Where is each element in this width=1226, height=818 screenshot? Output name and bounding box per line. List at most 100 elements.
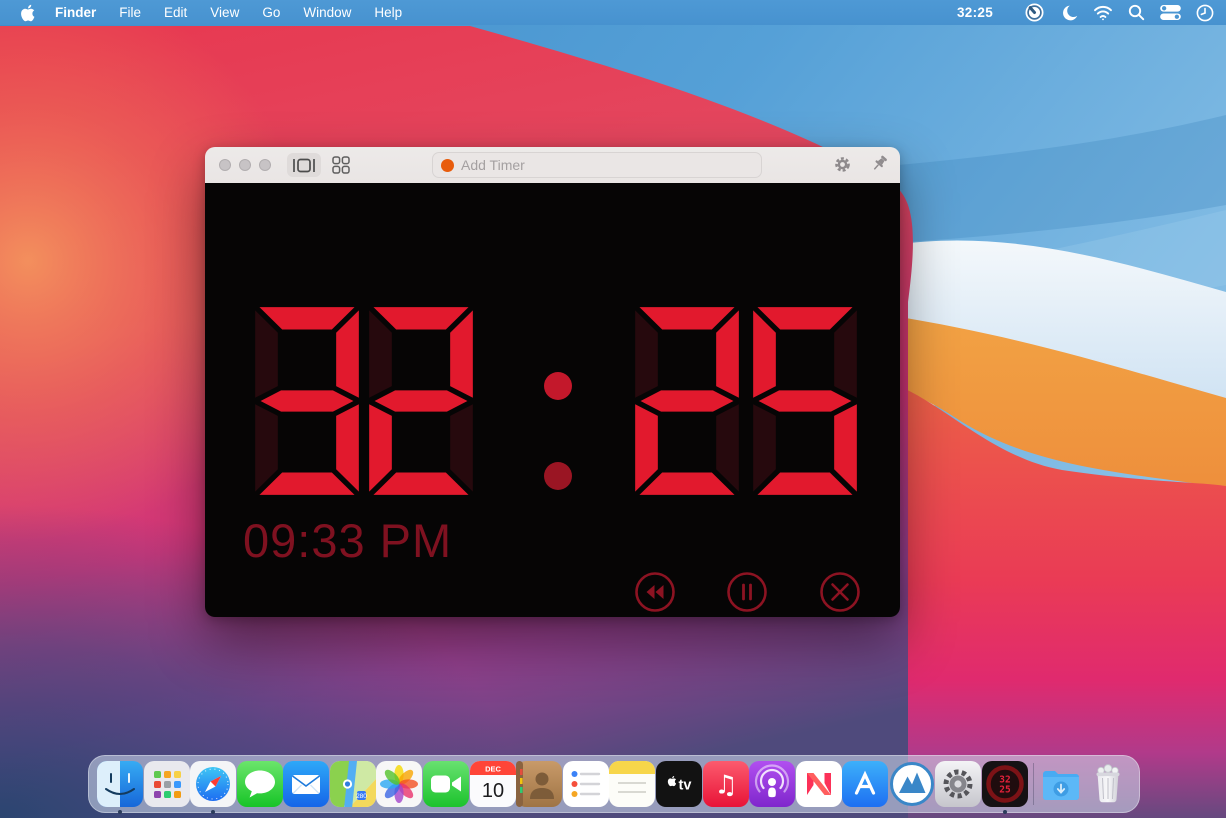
maps-icon: 280 [329, 761, 376, 807]
dock-item-messages[interactable] [236, 761, 283, 807]
minimize-window-button[interactable] [239, 159, 251, 171]
timer-color-dot[interactable] [441, 158, 454, 172]
segment-digit-5 [751, 305, 859, 497]
single-view-button[interactable] [287, 153, 321, 177]
dock-item-reminders[interactable] [562, 761, 609, 807]
dock-item-timer[interactable]: 32 25 [981, 761, 1028, 814]
pause-icon [727, 572, 767, 612]
restart-icon [635, 572, 675, 612]
dock-item-app-store[interactable] [842, 761, 889, 807]
add-timer-field[interactable]: Add Timer [432, 152, 762, 178]
system-preferences-icon [935, 761, 982, 807]
dock-item-trash[interactable] [1085, 761, 1131, 807]
reminders-icon [562, 761, 609, 807]
timer-display: 09:33 PM [205, 183, 900, 617]
svg-text:25: 25 [999, 785, 1011, 796]
svg-text:♫: ♫ [714, 771, 737, 801]
app-menu-title[interactable]: Finder [55, 5, 96, 20]
apple-tv-icon: tv [655, 761, 702, 807]
grid-view-button[interactable] [332, 156, 350, 174]
dock-item-amphetamine[interactable] [889, 761, 935, 807]
window-titlebar[interactable]: Add Timer [205, 147, 900, 184]
segment-digit-2 [633, 305, 741, 497]
svg-text:10: 10 [482, 780, 504, 802]
add-timer-placeholder: Add Timer [461, 157, 525, 173]
segment-digit-3 [253, 305, 361, 497]
search-icon[interactable] [1128, 4, 1145, 21]
finder-icon [97, 761, 143, 807]
menu-edit[interactable]: Edit [164, 5, 187, 20]
menu-view[interactable]: View [210, 5, 239, 20]
dock-item-music[interactable]: ♫ [702, 761, 749, 807]
launchpad-icon [143, 761, 190, 807]
app-store-icon [842, 761, 889, 807]
photos-icon [376, 761, 423, 807]
dock-item-contacts[interactable] [516, 761, 563, 807]
restart-button[interactable] [634, 571, 676, 613]
do-not-disturb-icon[interactable] [1060, 4, 1078, 22]
dock-divider [1032, 763, 1034, 805]
zoom-window-button[interactable] [259, 159, 271, 171]
menu-help[interactable]: Help [374, 5, 402, 20]
messages-icon [236, 761, 283, 807]
grid-view-icon [332, 156, 350, 174]
menu-file[interactable]: File [119, 5, 141, 20]
podcasts-icon [749, 761, 796, 807]
timer-icon: 3225 [981, 761, 1028, 807]
timer-icon[interactable] [1024, 2, 1045, 23]
close-icon [820, 572, 860, 612]
pin-icon [873, 155, 887, 170]
dock-item-notes[interactable] [609, 761, 656, 807]
close-timer-button[interactable] [819, 571, 861, 613]
clock-icon[interactable] [1196, 4, 1214, 22]
timer-window: Add Timer 09:33 PM [205, 147, 900, 617]
apple-logo-icon [21, 4, 35, 21]
menubar-timer-text[interactable]: 32:25 [957, 5, 993, 20]
notes-icon [609, 761, 656, 807]
trash-icon [1096, 764, 1120, 803]
dock-item-mail[interactable] [283, 761, 330, 807]
dock-item-safari[interactable] [190, 761, 237, 814]
pin-button[interactable] [869, 154, 889, 179]
facetime-icon [423, 761, 470, 807]
settings-button[interactable] [833, 155, 852, 179]
svg-text:DEC: DEC [485, 765, 501, 774]
svg-text:280: 280 [356, 793, 367, 800]
colon-dot-top [544, 372, 572, 400]
gear-icon [835, 157, 850, 172]
dock-item-maps[interactable]: 280 [329, 761, 376, 807]
music-icon: ♫ [702, 761, 749, 807]
mail-icon [283, 761, 330, 807]
dock-item-downloads[interactable] [1038, 761, 1084, 807]
apple-menu[interactable] [20, 4, 35, 22]
running-indicator [1002, 810, 1007, 814]
end-time-label: 09:33 PM [243, 514, 453, 567]
single-view-icon [293, 158, 315, 172]
dock-item-finder[interactable] [97, 761, 143, 814]
dock-item-podcasts[interactable] [749, 761, 796, 807]
menu-window[interactable]: Window [303, 5, 351, 20]
running-indicator [118, 810, 122, 814]
wifi-icon[interactable] [1093, 5, 1113, 21]
news-icon [795, 761, 842, 807]
contacts-icon [516, 761, 563, 807]
menu-go[interactable]: Go [262, 5, 280, 20]
dock-item-photos[interactable] [376, 761, 423, 807]
dock-item-system-preferences[interactable] [935, 761, 982, 807]
pause-button[interactable] [726, 571, 768, 613]
downloads-icon [1043, 771, 1080, 800]
amphetamine-icon [889, 762, 934, 806]
menu-bar: Finder File Edit View Go Window Help 32:25 [0, 0, 1226, 25]
dock-item-apple-tv[interactable]: tv [655, 761, 702, 807]
dock-item-facetime[interactable] [423, 761, 470, 807]
segment-digit-2 [367, 305, 475, 497]
close-window-button[interactable] [219, 159, 231, 171]
dock: 280 DEC 10 tv ♫ 32 25 [88, 755, 1140, 814]
safari-icon [190, 761, 237, 807]
control-center-icon[interactable] [1160, 5, 1181, 20]
calendar-icon: DEC 10 [469, 761, 516, 807]
dock-item-launchpad[interactable] [143, 761, 190, 807]
dock-item-news[interactable] [795, 761, 842, 807]
dock-item-calendar[interactable]: DEC 10 [469, 761, 516, 807]
svg-text:tv: tv [678, 778, 691, 794]
